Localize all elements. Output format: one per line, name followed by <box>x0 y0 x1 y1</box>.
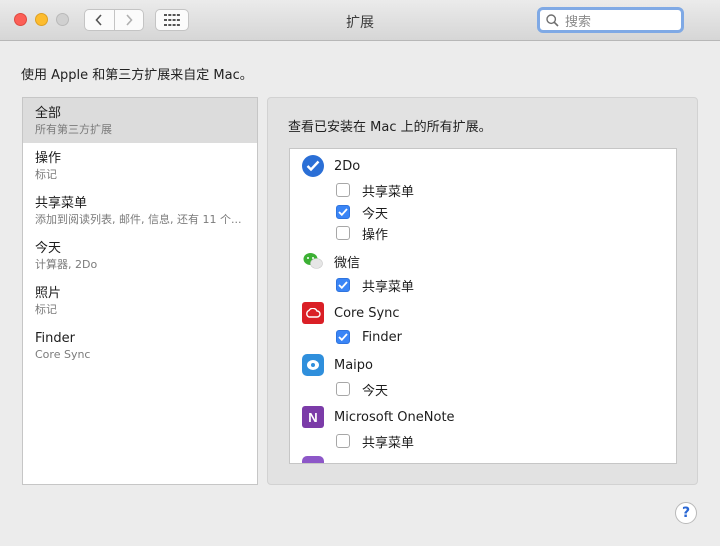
2do-app-icon <box>302 155 324 177</box>
category-finder[interactable]: Finder Core Sync <box>23 323 257 368</box>
option-label: 今天 <box>362 383 389 399</box>
extension-list[interactable]: 2Do 共享菜单 今天 操作 微信 共享菜单 Core Sync Finder … <box>289 148 677 464</box>
category-title: 操作 <box>35 151 62 166</box>
option-row[interactable]: 共享菜单 <box>336 276 415 295</box>
category-subtitle: 添加到阅读列表, 邮件, 信息, 还有 11 个... <box>35 213 242 226</box>
category-title: Finder <box>35 331 75 346</box>
category-subtitle: 标记 <box>35 168 57 181</box>
category-title: 照片 <box>35 286 62 301</box>
extension-app-maipo: Maipo <box>302 354 373 376</box>
category-subtitle: 计算器, 2Do <box>35 258 98 271</box>
onenote-app-icon: N <box>302 406 324 428</box>
category-list: 全部 所有第三方扩展 操作 标记 共享菜单 添加到阅读列表, 邮件, 信息, 还… <box>22 97 258 485</box>
category-title: 今天 <box>35 241 62 256</box>
checkbox[interactable] <box>336 183 350 197</box>
option-row[interactable]: 今天 <box>336 380 389 399</box>
extension-app-partial <box>302 456 324 463</box>
wechat-app-icon <box>302 250 324 272</box>
creative-cloud-app-icon <box>302 302 324 324</box>
option-label: 共享菜单 <box>362 279 415 295</box>
app-name: Maipo <box>334 357 373 373</box>
category-title: 共享菜单 <box>35 196 88 211</box>
option-label: 共享菜单 <box>362 435 415 451</box>
option-label: Finder <box>362 329 402 345</box>
search-icon <box>546 13 559 27</box>
option-row[interactable]: 共享菜单 <box>336 432 415 451</box>
detail-heading: 查看已安装在 Mac 上的所有扩展。 <box>288 120 492 135</box>
search-placeholder: 搜索 <box>565 14 592 30</box>
extension-app-core-sync: Core Sync <box>302 302 400 324</box>
category-subtitle: 标记 <box>35 303 57 316</box>
extension-app-wechat: 微信 <box>302 250 360 272</box>
checkbox-checked[interactable] <box>336 278 350 292</box>
option-row[interactable]: 共享菜单 <box>336 181 415 200</box>
search-field[interactable]: 搜索 <box>537 7 684 33</box>
extension-app-onenote: N Microsoft OneNote <box>302 406 455 428</box>
category-photos[interactable]: 照片 标记 <box>23 278 257 323</box>
app-icon <box>302 456 324 463</box>
category-actions[interactable]: 操作 标记 <box>23 143 257 188</box>
app-name: 微信 <box>334 255 361 271</box>
category-today[interactable]: 今天 计算器, 2Do <box>23 233 257 278</box>
category-share-menu[interactable]: 共享菜单 添加到阅读列表, 邮件, 信息, 还有 11 个... <box>23 188 257 233</box>
category-subtitle: 所有第三方扩展 <box>35 123 112 136</box>
checkmark-icon <box>338 208 348 216</box>
app-name: Microsoft OneNote <box>334 409 455 425</box>
app-name: 2Do <box>334 158 361 174</box>
option-row[interactable]: 今天 <box>336 203 389 222</box>
checkbox[interactable] <box>336 434 350 448</box>
extension-app-2do: 2Do <box>302 155 360 177</box>
option-label: 操作 <box>362 227 389 243</box>
checkbox[interactable] <box>336 382 350 396</box>
checkbox-checked[interactable] <box>336 205 350 219</box>
checkbox[interactable] <box>336 226 350 240</box>
option-label: 今天 <box>362 206 389 222</box>
option-row[interactable]: Finder <box>336 328 402 346</box>
category-subtitle: Core Sync <box>35 348 91 361</box>
checkmark-icon <box>338 281 348 289</box>
option-row[interactable]: 操作 <box>336 224 389 243</box>
help-button[interactable]: ? <box>675 502 697 524</box>
app-name: Core Sync <box>334 305 400 321</box>
checkmark-icon <box>338 333 348 341</box>
option-label: 共享菜单 <box>362 184 415 200</box>
category-title: 全部 <box>35 106 62 121</box>
maipo-app-icon <box>302 354 324 376</box>
page-description: 使用 Apple 和第三方扩展来自定 Mac。 <box>21 68 253 83</box>
checkbox-checked[interactable] <box>336 330 350 344</box>
category-all[interactable]: 全部 所有第三方扩展 <box>23 98 257 143</box>
